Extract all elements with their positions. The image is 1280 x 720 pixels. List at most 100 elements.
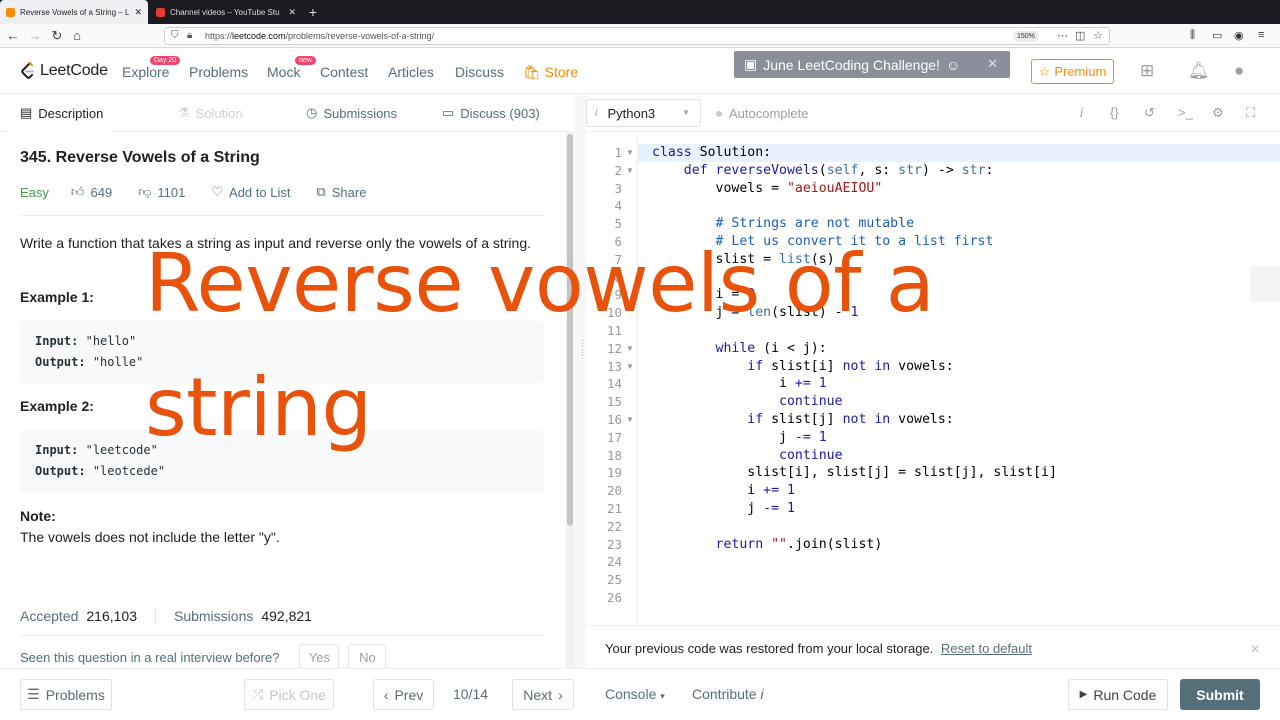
- submit-button[interactable]: Submit: [1180, 679, 1260, 710]
- tab-description[interactable]: ▤ Description: [10, 94, 114, 132]
- library-icon[interactable]: ⫼: [1190, 29, 1195, 42]
- prev-button[interactable]: ‹ Prev: [373, 679, 434, 710]
- code-editor[interactable]: 1 ▼ 2 ▼ 3 4 5 6 7 8 9 10 11 12 ▼ 13 ▼ 14 15 16 ▼ 17 18 19 20 21 22…: [586, 132, 1280, 625]
- next-button[interactable]: Next ›: [512, 679, 574, 710]
- console-toggle[interactable]: Console ▾: [605, 686, 665, 702]
- tab-solution[interactable]: ⚗︎ Solution: [178, 94, 243, 132]
- tab-close-icon[interactable]: ✕: [134, 7, 142, 18]
- yes-button[interactable]: Yes: [299, 644, 340, 670]
- settings-icon[interactable]: ⚙︎: [1212, 105, 1224, 121]
- problems-list-button[interactable]: ☰ Problems: [20, 679, 112, 710]
- nav-store[interactable]: 🛍︎ Store: [523, 64, 578, 81]
- dislike-button[interactable]: 👎︎ 1101: [138, 184, 185, 200]
- share-button[interactable]: ⧉ Share: [316, 184, 366, 200]
- browser-tab-active[interactable]: Reverse Vowels of a String – Le ✕: [0, 0, 148, 24]
- code-line[interactable]: # Strings are not mutable: [652, 215, 915, 233]
- fold-arrow-icon[interactable]: ▼: [626, 144, 634, 162]
- fold-arrow-icon[interactable]: ▼: [626, 162, 634, 180]
- nav-discuss[interactable]: Discuss: [455, 64, 504, 80]
- nav-explore[interactable]: Explore Day 20: [122, 56, 181, 80]
- code-line[interactable]: slist = list(s): [652, 251, 835, 269]
- shield-icon[interactable]: ⛉: [171, 30, 179, 41]
- code-line[interactable]: def reverseVowels(self, s: str) -> str:: [652, 162, 994, 180]
- contribute-button[interactable]: Contribute i: [692, 686, 764, 702]
- menu-icon[interactable]: ≡: [1258, 29, 1264, 41]
- code-line[interactable]: return "".join(slist): [652, 536, 883, 554]
- tab-submissions[interactable]: ◷ Submissions: [306, 94, 397, 132]
- code-line[interactable]: # Let us convert it to a list first: [652, 233, 994, 251]
- code-line[interactable]: j -= 1: [652, 429, 827, 447]
- nav-articles[interactable]: Articles: [388, 64, 434, 80]
- button-label: Pick One: [269, 686, 326, 703]
- pocket-icon[interactable]: ◫: [1075, 29, 1085, 42]
- side-drawer-tab[interactable]: [1250, 266, 1280, 302]
- code-line[interactable]: j = len(slist) - 1: [652, 304, 859, 322]
- code-line[interactable]: continue: [652, 447, 843, 465]
- problem-tabs: ▤ Description ⚗︎ Solution ◷ Submissions …: [0, 94, 574, 132]
- line-number: 5: [614, 216, 622, 232]
- lock-icon[interactable]: 🔒︎: [187, 30, 192, 41]
- leetcode-logo[interactable]: LeetCode: [20, 62, 108, 80]
- info-icon[interactable]: i: [1080, 105, 1083, 120]
- code-line[interactable]: if slist[j] not in vowels:: [652, 411, 953, 429]
- code-line[interactable]: slist[i], slist[j] = slist[j], slist[i]: [652, 464, 1057, 482]
- playground-icon[interactable]: ⊞: [1140, 61, 1154, 81]
- fullscreen-icon[interactable]: ⛶: [1246, 105, 1255, 121]
- pick-one-button[interactable]: ⤮ Pick One: [244, 679, 334, 710]
- reset-to-default-link[interactable]: Reset to default: [941, 641, 1032, 656]
- code-line[interactable]: while (i < j):: [652, 340, 827, 358]
- url-text[interactable]: https://leetcode.com/problems/reverse-vo…: [205, 31, 434, 41]
- braces-icon[interactable]: {}: [1110, 105, 1119, 120]
- nav-contest[interactable]: Contest: [320, 64, 368, 80]
- scrollbar-thumb[interactable]: [567, 134, 573, 526]
- tab-discuss[interactable]: ▭ Discuss (903): [442, 94, 540, 132]
- code-line[interactable]: if slist[i] not in vowels:: [652, 358, 953, 376]
- sidebar-icon[interactable]: ▭: [1212, 29, 1222, 42]
- left-scrollbar[interactable]: [566, 132, 574, 668]
- add-to-list-button[interactable]: ♡ Add to List: [211, 184, 290, 200]
- restore-text: Your previous code was restored from you…: [605, 641, 934, 656]
- language-select[interactable]: i Python3 ▼: [586, 99, 701, 127]
- example-1-title: Example 1:: [20, 289, 94, 305]
- home-icon[interactable]: ⌂: [68, 27, 86, 45]
- browser-tab[interactable]: Channel videos – YouTube Stu ✕: [150, 0, 302, 24]
- zoom-level-badge[interactable]: 150%: [1013, 31, 1039, 42]
- challenge-banner[interactable]: ▣ June LeetCoding Challenge! ☺︎ ✕: [734, 51, 1010, 78]
- code-line[interactable]: continue: [652, 393, 843, 411]
- line-number: 3: [614, 180, 622, 196]
- url-bar[interactable]: ⛉ 🔒︎ https://leetcode.com/problems/rever…: [164, 27, 1110, 45]
- bookmark-star-icon[interactable]: ☆: [1093, 29, 1103, 42]
- close-icon[interactable]: ✕: [1250, 642, 1260, 656]
- reload-icon[interactable]: ↻: [48, 27, 66, 45]
- autocomplete-toggle[interactable]: Autocomplete: [716, 106, 809, 121]
- code-line[interactable]: j -= 1: [652, 500, 795, 518]
- code-line[interactable]: i += 1: [652, 482, 795, 500]
- tab-close-icon[interactable]: ✕: [288, 7, 296, 18]
- forward-icon[interactable]: →: [26, 27, 44, 45]
- drag-handle-icon[interactable]: ⋮ ⋮ ⋮: [578, 339, 587, 360]
- back-icon[interactable]: ←: [4, 27, 22, 45]
- user-avatar-icon[interactable]: ●: [1234, 61, 1244, 81]
- notification-bell-icon[interactable]: 🔔︎: [1188, 61, 1210, 81]
- close-icon[interactable]: ✕: [987, 56, 998, 72]
- fold-arrow-icon[interactable]: ▼: [626, 340, 634, 358]
- account-icon[interactable]: ◉: [1234, 29, 1244, 42]
- premium-button[interactable]: ☆ Premium: [1031, 59, 1114, 84]
- fold-arrow-icon[interactable]: ▼: [626, 411, 634, 429]
- nav-mock[interactable]: Mock new: [267, 56, 316, 80]
- like-button[interactable]: 👍︎ 649: [71, 184, 112, 200]
- nav-problems[interactable]: Problems: [189, 64, 248, 80]
- reset-icon[interactable]: ↺: [1144, 105, 1155, 121]
- fold-arrow-icon[interactable]: ▼: [626, 358, 634, 376]
- code-line[interactable]: i = 0: [652, 286, 756, 304]
- run-code-button[interactable]: ▶ Run Code: [1068, 679, 1168, 710]
- code-line[interactable]: i += 1: [652, 375, 827, 393]
- line-number: 13: [606, 358, 622, 374]
- new-tab-icon[interactable]: +: [304, 3, 322, 21]
- page-actions-icon[interactable]: ⋯: [1057, 29, 1068, 42]
- no-button[interactable]: No: [348, 644, 387, 670]
- terminal-icon[interactable]: >_: [1178, 105, 1193, 120]
- panel-splitter[interactable]: ⋮ ⋮ ⋮: [574, 94, 587, 668]
- code-line[interactable]: class Solution:: [652, 144, 771, 162]
- code-line[interactable]: vowels = "aeiouAEIOU": [652, 180, 883, 198]
